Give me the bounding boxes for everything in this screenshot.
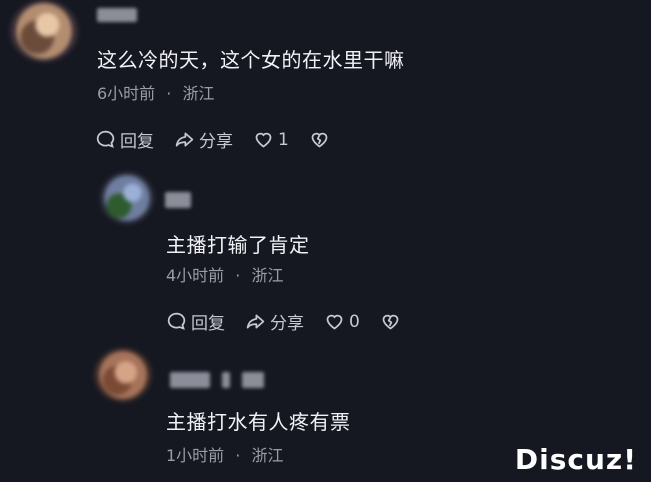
avatar[interactable] — [10, 0, 78, 62]
comment-text: 这么冷的天，这个女的在水里干嘛 — [97, 48, 405, 72]
reply-button[interactable]: 回复 — [95, 127, 154, 152]
dislike-button[interactable] — [380, 311, 405, 332]
username-blurred — [222, 372, 230, 388]
like-button[interactable]: 0 — [324, 311, 360, 332]
reply-label: 回复 — [191, 314, 225, 334]
share-button[interactable]: 分享 — [174, 127, 233, 152]
broken-heart-icon — [382, 314, 399, 330]
username-blurred[interactable] — [97, 8, 137, 22]
share-label: 分享 — [270, 314, 304, 334]
like-count: 0 — [349, 311, 360, 332]
share-button[interactable]: 分享 — [245, 309, 304, 334]
reply-label: 回复 — [120, 132, 154, 152]
comment-time: 1小时前 — [166, 446, 225, 465]
comment-meta: 1小时前 · 浙江 — [166, 442, 283, 466]
share-icon — [175, 132, 194, 147]
comment-location: 浙江 — [251, 446, 284, 465]
comment-actions: 回复 分享 1 — [95, 127, 354, 152]
meta-separator: · — [235, 446, 241, 465]
share-label: 分享 — [199, 132, 233, 152]
comment-meta: 4小时前 · 浙江 — [166, 262, 283, 286]
dislike-button[interactable] — [309, 129, 334, 150]
avatar[interactable] — [100, 172, 154, 224]
comment-text: 主播打水有人疼有票 — [166, 410, 351, 434]
like-button[interactable]: 1 — [253, 129, 289, 150]
heart-icon — [255, 132, 272, 148]
comment-time: 4小时前 — [166, 266, 225, 285]
broken-heart-icon — [311, 132, 328, 148]
reply-icon — [167, 312, 186, 330]
username-blurred[interactable] — [170, 372, 210, 388]
comment-text: 主播打输了肯定 — [166, 233, 310, 257]
avatar[interactable] — [94, 348, 152, 402]
comment-location: 浙江 — [251, 266, 284, 285]
watermark: Discuz! — [514, 443, 637, 476]
comment-actions: 回复 分享 0 — [166, 309, 425, 334]
username-blurred — [242, 372, 264, 388]
comment-location: 浙江 — [182, 84, 215, 103]
meta-separator: · — [235, 266, 241, 285]
share-icon — [246, 314, 265, 329]
meta-separator: · — [166, 84, 172, 103]
username-blurred[interactable] — [165, 192, 191, 208]
comment-meta: 6小时前 · 浙江 — [97, 80, 214, 104]
heart-icon — [326, 314, 343, 330]
like-count: 1 — [278, 129, 289, 150]
comment-time: 6小时前 — [97, 84, 156, 103]
reply-button[interactable]: 回复 — [166, 309, 225, 334]
reply-icon — [96, 130, 115, 148]
